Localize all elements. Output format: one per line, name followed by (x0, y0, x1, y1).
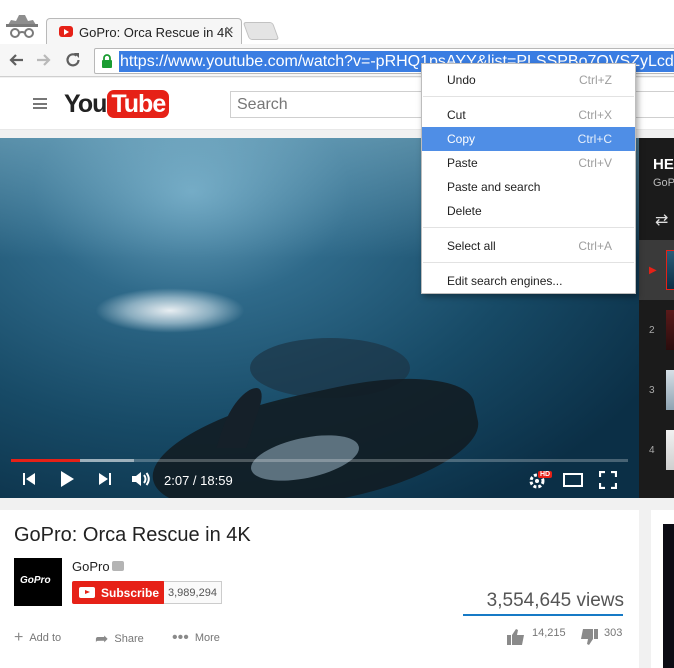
time-display: 2:07 / 18:59 (164, 473, 233, 488)
browser-tabstrip: GoPro: Orca Rescue in 4K × (0, 0, 674, 45)
playlist-item-index: 3 (649, 385, 655, 396)
verified-icon (112, 561, 124, 571)
fullscreen-icon[interactable] (599, 471, 617, 489)
playlist-item[interactable]: ▶ (639, 240, 674, 300)
menu-item-shortcut: Ctrl+A (578, 239, 612, 253)
menu-item-shortcut: Ctrl+X (578, 108, 612, 122)
like-count: 14,215 (532, 627, 566, 639)
menu-item-label: Delete (447, 204, 482, 218)
menu-separator (423, 96, 634, 97)
menu-item-label: Cut (447, 108, 466, 122)
menu-item-label: Undo (447, 73, 476, 87)
menu-item-label: Copy (447, 132, 476, 146)
playlist-item[interactable]: 2 (639, 300, 674, 360)
playlist-thumbnail (666, 310, 674, 350)
menu-item-paste-and-search[interactable]: Paste and search (422, 175, 635, 199)
like-thumb-icon[interactable] (507, 629, 525, 645)
menu-item-paste[interactable]: Paste Ctrl+V (422, 151, 635, 175)
share-label: Share (114, 632, 144, 645)
logo-you-text: You (64, 90, 107, 118)
playlist-thumbnail (666, 250, 674, 290)
played-bar (11, 459, 81, 462)
more-button[interactable]: ••• More (172, 629, 220, 647)
subscriber-count: 3,989,294 (164, 581, 222, 604)
hd-badge: HD (538, 471, 553, 478)
youtube-favicon-icon (59, 26, 73, 37)
menu-item-shortcut: Ctrl+C (577, 132, 612, 146)
video-actions: + Add to ➦ Share ••• More 14,215 303 (0, 625, 639, 649)
menu-item-shortcut: Ctrl+V (578, 156, 612, 170)
plus-icon: + (14, 629, 24, 646)
forward-arrow-icon[interactable] (36, 52, 52, 68)
add-to-button[interactable]: + Add to (14, 629, 61, 647)
share-icon: ➦ (95, 631, 109, 648)
more-dots-icon: ••• (172, 629, 189, 646)
search-placeholder: Search (237, 96, 288, 113)
like-ratio-bar (463, 614, 623, 616)
subscribe-label: Subscribe (101, 586, 160, 600)
playlist-item[interactable]: 4 (639, 420, 674, 480)
next-icon[interactable] (98, 471, 112, 487)
menu-item-label: Select all (447, 239, 496, 253)
hd-badge-label: HD (540, 471, 551, 478)
menu-item-cut[interactable]: Cut Ctrl+X (422, 103, 635, 127)
playlist-owner[interactable]: GoP (653, 177, 674, 189)
video-title: GoPro: Orca Rescue in 4K (14, 524, 251, 546)
youtube-logo[interactable]: You Tube (64, 90, 170, 118)
playlist-thumbnail (666, 430, 674, 470)
surface-foam (95, 288, 245, 333)
menu-item-undo[interactable]: Undo Ctrl+Z (422, 68, 635, 92)
playlist-panel: HE GoP ⇄ ▶ 2 3 4 (639, 138, 674, 498)
incognito-icon (6, 15, 38, 38)
volume-icon[interactable] (131, 471, 151, 487)
playlist-item-index: ▶ (649, 265, 657, 276)
sidebar-recommendations (651, 510, 674, 668)
player-controls: 2:07 / 18:59 HD (0, 466, 639, 496)
logo-tube-text: Tube (107, 90, 170, 118)
reload-icon[interactable] (64, 51, 82, 69)
menu-item-select-all[interactable]: Select all Ctrl+A (422, 234, 635, 258)
subscriber-count-text: 3,989,294 (168, 587, 217, 599)
view-count: 3,554,645 views (486, 590, 624, 611)
add-to-label: Add to (29, 631, 62, 644)
recommended-thumbnail[interactable] (663, 524, 674, 668)
more-label: More (194, 631, 220, 644)
dislike-thumb-icon[interactable] (580, 629, 598, 645)
context-menu: Undo Ctrl+Z Cut Ctrl+X Copy Ctrl+C Paste… (421, 63, 636, 294)
browser-tab-active[interactable]: GoPro: Orca Rescue in 4K × (46, 18, 242, 45)
theater-mode-icon[interactable] (563, 473, 583, 487)
video-info-panel: GoPro: Orca Rescue in 4K GoPro GoPro Sub… (0, 510, 639, 668)
youtube-play-icon (79, 587, 95, 598)
guide-menu-icon[interactable] (33, 98, 47, 109)
playlist-item-index: 4 (649, 445, 655, 456)
playlist-title[interactable]: HE (653, 156, 674, 173)
playlist-item-index: 2 (649, 325, 655, 336)
tab-close-icon[interactable]: × (225, 22, 234, 39)
menu-item-delete[interactable]: Delete (422, 199, 635, 223)
play-icon[interactable] (59, 470, 75, 488)
previous-icon[interactable] (22, 471, 36, 487)
menu-item-label: Paste (447, 156, 478, 170)
new-tab-button[interactable] (242, 22, 280, 40)
video-progress-bar[interactable] (11, 459, 628, 462)
dislike-count: 303 (604, 627, 623, 639)
menu-item-edit-search-engines[interactable]: Edit search engines... (422, 269, 635, 293)
playlist-thumbnail (666, 370, 674, 410)
share-button[interactable]: ➦ Share (95, 629, 144, 649)
playlist-item[interactable]: 3 (639, 360, 674, 420)
back-arrow-icon[interactable] (8, 52, 24, 68)
channel-name[interactable]: GoPro (72, 559, 110, 574)
loop-playlist-icon[interactable]: ⇄ (655, 210, 668, 230)
menu-separator (423, 262, 634, 263)
channel-avatar[interactable]: GoPro (14, 558, 62, 606)
menu-item-label: Edit search engines... (447, 274, 563, 288)
menu-item-shortcut: Ctrl+Z (579, 73, 612, 87)
avatar-text: GoPro (20, 575, 51, 586)
subscribe-button[interactable]: Subscribe (72, 581, 165, 604)
menu-item-label: Paste and search (447, 180, 541, 194)
menu-item-copy[interactable]: Copy Ctrl+C (422, 127, 635, 151)
menu-separator (423, 227, 634, 228)
lock-icon (102, 54, 112, 68)
tab-title: GoPro: Orca Rescue in 4K (79, 25, 233, 40)
